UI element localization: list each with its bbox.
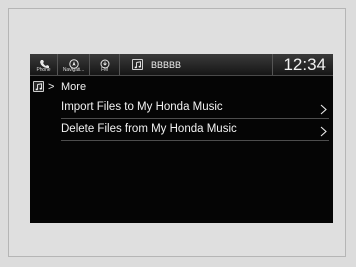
navigation-button[interactable]: Navigati... bbox=[58, 54, 90, 75]
menu-item-import-files[interactable]: Import Files to My Honda Music bbox=[61, 97, 329, 119]
breadcrumb-separator-icon: > bbox=[48, 81, 55, 93]
phone-icon bbox=[30, 56, 57, 68]
menu-item-label: Import Files to My Honda Music bbox=[61, 101, 223, 113]
navigation-label: Navigati... bbox=[62, 67, 85, 73]
phone-label: Phone bbox=[36, 67, 51, 73]
fm-label: FM bbox=[100, 67, 109, 73]
fm-button[interactable]: FM bbox=[90, 54, 120, 75]
infotainment-screen: Phone Navigati... FM BBBBB 12:34 > More … bbox=[30, 54, 333, 223]
clock: 12:34 bbox=[283, 55, 326, 74]
status-bar: Phone Navigati... FM BBBBB 12:34 bbox=[30, 54, 333, 76]
breadcrumb-label: More bbox=[61, 81, 87, 93]
audio-source-name: BBBBB bbox=[151, 60, 182, 70]
chevron-right-icon bbox=[320, 124, 327, 142]
breadcrumb: > More bbox=[30, 77, 333, 97]
music-note-icon bbox=[132, 59, 143, 70]
navigation-icon bbox=[58, 56, 89, 69]
chevron-right-icon bbox=[320, 102, 327, 120]
phone-button[interactable]: Phone bbox=[30, 54, 58, 75]
menu-item-label: Delete Files from My Honda Music bbox=[61, 123, 237, 135]
menu-item-delete-files[interactable]: Delete Files from My Honda Music bbox=[61, 119, 329, 141]
music-note-icon[interactable] bbox=[33, 81, 44, 92]
radio-icon bbox=[90, 56, 119, 69]
clock-area: 12:34 bbox=[272, 54, 333, 75]
